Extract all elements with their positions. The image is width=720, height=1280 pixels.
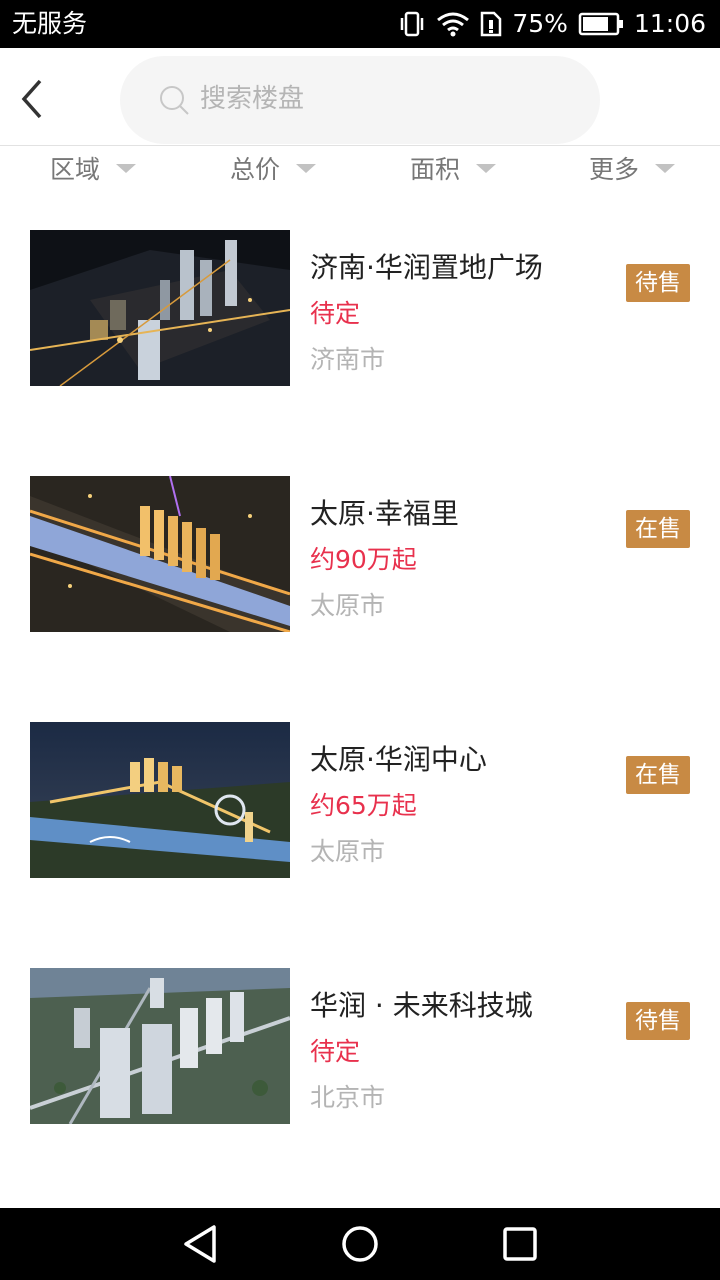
status-badge: 在售 [626, 756, 690, 794]
property-name: 华润 · 未来科技城 [310, 989, 533, 1022]
property-city: 北京市 [310, 1083, 386, 1112]
filter-region-dropdown[interactable]: 区域 [50, 146, 137, 190]
property-item[interactable]: 太原·华润中心 约65万起 太原市 在售 [0, 722, 720, 922]
filter-label: 面积 [410, 155, 461, 184]
property-price: 约90万起 [310, 545, 417, 574]
filter-label: 更多 [589, 155, 640, 184]
filter-more-dropdown[interactable]: 更多 [589, 146, 676, 190]
system-nav-bar [0, 1208, 720, 1280]
battery-icon [578, 12, 624, 36]
property-name: 太原·幸福里 [310, 497, 459, 530]
square-recents-icon [503, 1227, 537, 1261]
property-city: 太原市 [310, 591, 386, 620]
property-thumbnail [30, 722, 290, 878]
property-name: 太原·华润中心 [310, 743, 487, 776]
property-price: 待定 [310, 1037, 361, 1066]
chevron-left-icon [21, 79, 42, 119]
caret-down-icon [476, 163, 497, 173]
property-item[interactable]: 华润 · 未来科技城 待定 北京市 待售 [0, 968, 720, 1168]
filter-label: 区域 [50, 155, 101, 184]
filter-bar: 区域 总价 面积 更多 [0, 146, 720, 190]
caret-down-icon [116, 163, 137, 173]
property-item[interactable]: 太原·幸福里 约90万起 太原市 在售 [0, 476, 720, 676]
filter-total-price-dropdown[interactable]: 总价 [230, 146, 317, 190]
caret-down-icon [655, 163, 676, 173]
vibrate-icon [398, 11, 426, 37]
property-thumbnail [30, 476, 290, 632]
property-city: 太原市 [310, 837, 386, 866]
property-price: 待定 [310, 299, 361, 328]
search-input[interactable] [200, 76, 580, 122]
search-box[interactable] [120, 56, 600, 144]
property-name: 济南·华润置地广场 [310, 251, 543, 284]
search-icon [160, 86, 189, 115]
property-thumbnail [30, 968, 290, 1124]
wifi-icon [436, 11, 470, 37]
property-item[interactable]: 济南·华润置地广场 待定 济南市 待售 [0, 230, 720, 430]
nav-back-button[interactable] [180, 1224, 220, 1264]
nav-home-button[interactable] [340, 1224, 380, 1264]
filter-label: 总价 [230, 155, 281, 184]
clock-text: 11:06 [633, 9, 706, 38]
back-button[interactable] [12, 74, 52, 124]
sim-card-icon [480, 11, 502, 37]
battery-percent: 75% [512, 9, 568, 38]
triangle-back-icon [184, 1225, 216, 1263]
carrier-text: 无服务 [12, 9, 88, 38]
nav-recents-button[interactable] [500, 1224, 540, 1264]
property-city: 济南市 [310, 345, 386, 374]
property-price: 约65万起 [310, 791, 417, 820]
status-bar: 无服务 75% 11:06 [0, 0, 720, 48]
property-thumbnail [30, 230, 290, 386]
status-icons: 75% 11:06 [398, 8, 706, 40]
filter-area-dropdown[interactable]: 面积 [410, 146, 497, 190]
status-badge: 待售 [626, 1002, 690, 1040]
status-badge: 待售 [626, 264, 690, 302]
header [0, 48, 720, 146]
status-badge: 在售 [626, 510, 690, 548]
caret-down-icon [296, 163, 317, 173]
circle-home-icon [342, 1226, 378, 1262]
